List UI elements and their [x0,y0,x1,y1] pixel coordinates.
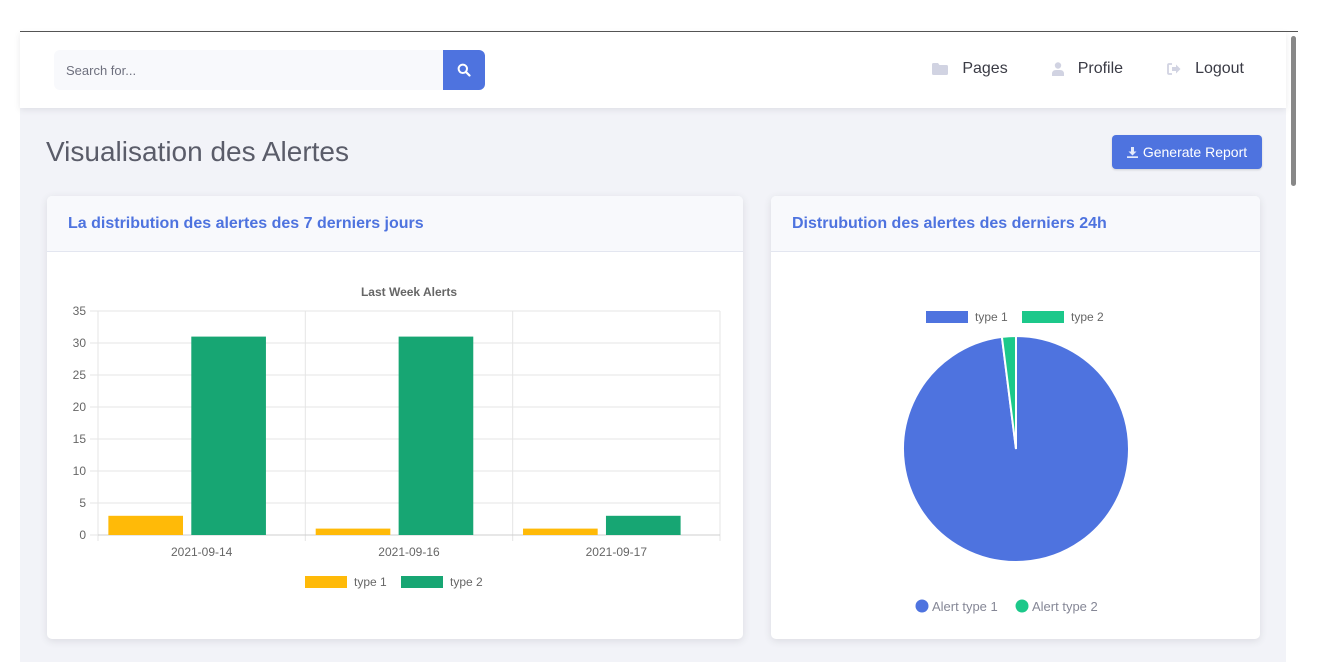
generate-report-button[interactable]: Generate Report [1112,135,1262,169]
bar-type-1 [315,528,391,535]
folder-icon [932,63,949,75]
weekly-alerts-card-title: La distribution des alertes des 7 dernie… [47,196,743,252]
nav-label-logout: Logout [1195,60,1244,77]
pie-chart: type 1 type 2 Alert type 1 Alert type 2 [902,310,1130,614]
nav-item-logout[interactable]: Logout [1167,60,1244,78]
sign-out-icon [1167,63,1181,75]
nav-links: Pages Profile Logout [888,60,1244,78]
y-tick-label: 10 [73,464,87,478]
pie-bottom-legend-label: Alert type 2 [1032,599,1098,614]
weekly-alerts-card: La distribution des alertes des 7 dernie… [47,196,743,639]
y-tick-label: 20 [73,400,87,414]
daily-alerts-card: Distrubution des alertes des derniers 24… [771,196,1260,639]
bar-chart: Last Week Alerts 0 5 10 15 20 25 30 35 2021-09-14… [73,285,721,589]
bar-type-2 [191,336,266,535]
nav-label-pages: Pages [962,60,1008,77]
generate-report-label: Generate Report [1142,144,1248,160]
bar-type-2 [398,336,474,535]
y-tick-label: 35 [73,304,87,318]
y-tick-label: 25 [73,368,87,382]
bar-type-1 [523,528,598,535]
legend-swatch [401,576,443,588]
search-input[interactable] [54,50,443,90]
pie-legend-label: type 1 [975,310,1008,324]
x-tick-label: 2021-09-17 [586,545,648,559]
top-navbar: Pages Profile Logout [20,32,1286,108]
page-title: Visualisation des Alertes [46,136,349,167]
y-tick-label: 30 [73,336,87,350]
chart-title: Last Week Alerts [361,285,457,299]
y-tick-label: 15 [73,432,87,446]
pie-legend-swatch [1022,311,1064,323]
x-tick-label: 2021-09-16 [378,545,440,559]
pie-legend-label: type 2 [1071,310,1104,324]
nav-item-pages[interactable]: Pages [932,60,1008,78]
pie-bottom-legend-dot [915,599,929,613]
search-button[interactable] [443,50,485,90]
daily-alerts-card-title: Distrubution des alertes des derniers 24… [771,196,1260,252]
search-icon [457,63,471,77]
legend-swatch [305,576,347,588]
bar-type-1 [108,515,184,535]
scrollbar[interactable] [1291,36,1296,186]
y-tick-label: 5 [79,496,86,510]
user-icon [1051,62,1064,76]
download-icon [1126,146,1138,158]
nav-item-profile[interactable]: Profile [1051,60,1124,78]
x-tick-label: 2021-09-14 [171,545,233,559]
page-content: Visualisation des Alertes Generate Repor… [20,108,1286,662]
legend-label: type 1 [354,575,387,589]
y-tick-label: 0 [79,528,86,542]
pie-bottom-legend-dot [1015,599,1029,613]
legend-label: type 2 [450,575,483,589]
pie-legend-swatch [926,311,968,323]
bar-type-2 [605,515,681,535]
pie-bottom-legend-label: Alert type 1 [932,599,998,614]
nav-label-profile: Profile [1077,60,1124,77]
search-bar [54,50,485,90]
